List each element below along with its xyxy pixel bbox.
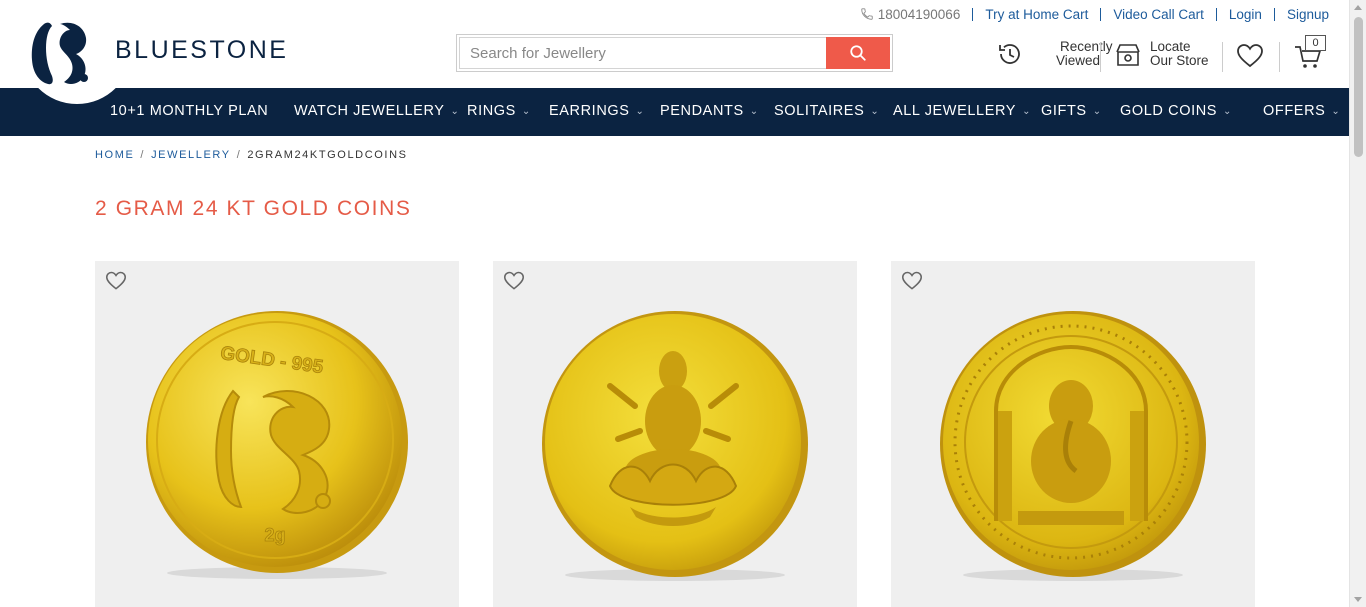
video-call-cart-link[interactable]: Video Call Cart (1100, 7, 1216, 21)
wishlist-heart-icon[interactable] (105, 271, 127, 291)
breadcrumb-separator: / (140, 149, 146, 161)
locate-store-line1: Locate (1150, 39, 1191, 54)
chevron-down-icon: ⌄ (749, 106, 759, 117)
nav-item-label: OFFERS (1263, 103, 1326, 119)
chevron-down-icon: ⌄ (1022, 106, 1032, 117)
chevron-down-icon: ⌄ (635, 106, 645, 117)
chevron-down-icon: ⌄ (1331, 106, 1341, 117)
try-at-home-cart-link[interactable]: Try at Home Cart (972, 7, 1100, 21)
wishlist-heart-icon[interactable] (1236, 43, 1264, 69)
nav-item-label: ALL JEWELLERY (893, 103, 1017, 119)
chevron-down-icon: ⌄ (1223, 106, 1233, 117)
nav-item-gold-coins[interactable]: GOLD COINS ⌄ (1120, 88, 1232, 136)
phone-number-text: 18004190066 (877, 6, 961, 22)
gold-coin-ganesha-image[interactable] (938, 311, 1208, 583)
nav-item-label: RINGS (467, 103, 516, 119)
page-scrollbar[interactable] (1349, 0, 1366, 607)
cart-count-badge: 0 (1305, 35, 1326, 51)
nav-item-offers[interactable]: OFFERS ⌄ (1263, 88, 1340, 136)
nav-item-label: EARRINGS (549, 103, 630, 119)
breadcrumb-current: 2GRAM24KTGOLDCOINS (247, 149, 408, 161)
scrollbar-thumb[interactable] (1354, 17, 1363, 157)
breadcrumb-home[interactable]: HOME (95, 149, 134, 161)
nav-item-label: WATCH JEWELLERY (294, 103, 445, 119)
login-link[interactable]: Login (1215, 7, 1274, 21)
site-header: BLUESTONE 18004190066 Try at Home Cart V… (0, 0, 1349, 104)
scroll-up-arrow-icon[interactable] (1354, 5, 1362, 10)
bluestone-logo-icon[interactable] (30, 18, 92, 86)
search-icon (850, 45, 866, 61)
nav-item-pendants[interactable]: PENDANTS ⌄ (660, 88, 759, 136)
breadcrumb-jewellery[interactable]: JEWELLERY (151, 149, 231, 161)
top-links: 18004190066 Try at Home Cart Video Call … (860, 6, 1329, 22)
nav-item-monthly-plan[interactable]: 10+1 MONTHLY PLAN (110, 88, 268, 136)
nav-item-label: PENDANTS (660, 103, 744, 119)
search-bar (456, 34, 893, 72)
history-icon (999, 44, 1020, 64)
store-location-icon (1116, 44, 1140, 66)
product-card[interactable]: GOLD - 995 2g (95, 261, 459, 607)
nav-item-earrings[interactable]: EARRINGS ⌄ (549, 88, 645, 136)
coin-weight-text: 2g (264, 525, 285, 545)
search-button[interactable] (826, 37, 890, 69)
nav-item-rings[interactable]: RINGS ⌄ (467, 88, 531, 136)
product-card[interactable] (891, 261, 1255, 607)
brand-name[interactable]: BLUESTONE (115, 36, 288, 65)
phone-number[interactable]: 18004190066 (860, 7, 973, 22)
signup-link[interactable]: Signup (1273, 7, 1329, 21)
phone-icon (861, 8, 873, 20)
nav-item-watch-jewellery[interactable]: WATCH JEWELLERY ⌄ (294, 88, 460, 136)
nav-item-gifts[interactable]: GIFTS ⌄ (1041, 88, 1102, 136)
breadcrumb: HOME / JEWELLERY / 2GRAM24KTGOLDCOINS (95, 149, 408, 161)
divider (1100, 42, 1101, 72)
nav-item-label: 10+1 MONTHLY PLAN (110, 103, 269, 119)
scroll-down-arrow-icon[interactable] (1354, 597, 1362, 602)
chevron-down-icon: ⌄ (1092, 106, 1102, 117)
product-card[interactable] (493, 261, 857, 607)
nav-item-label: GOLD COINS (1120, 103, 1218, 119)
divider (1279, 42, 1280, 72)
main-navigation: 10+1 MONTHLY PLAN WATCH JEWELLERY ⌄ RINGS… (0, 88, 1349, 136)
nav-item-solitaires[interactable]: SOLITAIRES ⌄ (774, 88, 879, 136)
locate-store[interactable]: Locate Our Store (1114, 40, 1209, 68)
locate-store-line2: Our Store (1150, 53, 1209, 68)
nav-item-label: GIFTS (1041, 103, 1087, 119)
page-title: 2 GRAM 24 KT GOLD COINS (95, 197, 412, 220)
nav-item-label: SOLITAIRES (774, 103, 865, 119)
chevron-down-icon: ⌄ (870, 106, 880, 117)
breadcrumb-separator: / (236, 149, 242, 161)
wishlist-heart-icon[interactable] (901, 271, 923, 291)
recently-viewed[interactable]: Recently Viewed (996, 40, 1113, 68)
gold-coin-lakshmi-image[interactable] (540, 311, 810, 583)
nav-item-all-jewellery[interactable]: ALL JEWELLERY ⌄ (893, 88, 1031, 136)
wishlist-heart-icon[interactable] (503, 271, 525, 291)
divider (1222, 42, 1223, 72)
chevron-down-icon: ⌄ (521, 106, 531, 117)
chevron-down-icon: ⌄ (450, 106, 460, 117)
gold-coin-bluestone-logo-image[interactable]: GOLD - 995 2g (143, 311, 411, 581)
search-input[interactable] (459, 37, 826, 69)
